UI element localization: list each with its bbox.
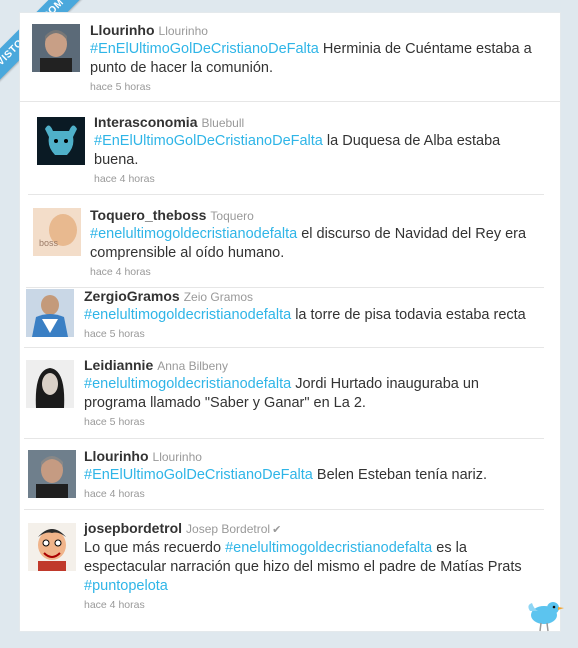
timestamp[interactable]: hace 5 horas: [84, 416, 544, 428]
svg-text:boss: boss: [39, 238, 59, 248]
tweet-body-pre: Lo que más recuerdo: [84, 540, 226, 556]
username[interactable]: Interasconomia: [94, 114, 197, 130]
timestamp[interactable]: hace 5 horas: [90, 81, 550, 93]
hashtag-link[interactable]: #enelultimogoldecristianodefalta: [84, 376, 291, 392]
username[interactable]: Leidiannie: [84, 357, 153, 373]
username[interactable]: Toquero_theboss: [90, 207, 206, 223]
avatar[interactable]: [32, 24, 80, 72]
tweet-text: #enelultimogoldecristianodefalta Jordi H…: [84, 375, 544, 413]
tweet-body: Belen Esteban tenía nariz.: [312, 467, 487, 483]
avatar[interactable]: boss: [33, 208, 81, 256]
timestamp[interactable]: hace 4 horas: [94, 173, 534, 185]
checkmark-icon: ✔: [272, 524, 282, 536]
hashtag-link[interactable]: #enelultimogoldecristianodefalta: [84, 307, 291, 323]
avatar[interactable]: [37, 117, 85, 165]
username[interactable]: Llourinho: [90, 22, 155, 38]
avatar-face-icon: boss: [33, 208, 81, 256]
avatar[interactable]: [28, 450, 76, 498]
timestamp[interactable]: hace 4 horas: [84, 488, 544, 500]
hashtag-link[interactable]: #enelultimogoldecristianodefalta: [225, 540, 432, 556]
display-name: Zeio Gramos: [183, 290, 254, 304]
display-name: Llourinho: [158, 24, 208, 38]
avatar-man-portrait-icon: [28, 450, 76, 498]
avatar[interactable]: [26, 360, 74, 408]
display-name: Josep Bordetrol: [186, 522, 271, 536]
display-name: Llourinho: [152, 450, 202, 464]
tweet-text: #EnElUltimoGolDeCristianoDeFalta Belen E…: [84, 466, 544, 485]
tweet-item: Interasconomia Bluebull #EnElUltimoGolDeC…: [28, 103, 544, 195]
hashtag-link[interactable]: #puntopelota: [84, 578, 168, 594]
username[interactable]: josepbordetrol: [84, 520, 182, 536]
display-name: Toquero: [210, 209, 254, 223]
hashtag-link[interactable]: #enelultimogoldecristianodefalta: [90, 226, 297, 242]
timestamp[interactable]: hace 5 horas: [84, 328, 544, 340]
hashtag-link[interactable]: #EnElUltimoGolDeCristianoDeFalta: [84, 467, 313, 483]
tweet-item: boss Toquero_theboss Toquero #enelultimog…: [26, 196, 544, 288]
tweet-body: la torre de pisa todavia estaba recta: [291, 307, 526, 323]
avatar-caricature-icon: [28, 523, 76, 571]
avatar-bull-icon: [37, 117, 85, 165]
tweet-text: Lo que más recuerdo #enelultimogoldecris…: [84, 539, 529, 596]
tweet-text: #enelultimogoldecristianodefalta el disc…: [90, 225, 540, 263]
hashtag-link[interactable]: #EnElUltimoGolDeCristianoDeFalta: [90, 41, 319, 57]
tweet-item: Llourinho Llourinho #EnElUltimoGolDeCrist…: [20, 13, 560, 102]
username[interactable]: Llourinho: [84, 448, 149, 464]
tweet-item: Llourinho Llourinho #EnElUltimoGolDeCrist…: [24, 439, 544, 510]
avatar[interactable]: [26, 289, 74, 337]
twitter-bird-icon: [524, 599, 564, 638]
timestamp[interactable]: hace 4 horas: [90, 266, 540, 278]
tweet-item: Leidiannie Anna Bilbeny #enelultimogoldec…: [24, 348, 544, 439]
tweet-item: ZergioGramos Zeio Gramos #enelultimogolde…: [24, 287, 544, 348]
tweet-text: #EnElUltimoGolDeCristianoDeFalta la Duqu…: [94, 132, 534, 170]
tweet-text: #enelultimogoldecristianodefalta la torr…: [84, 306, 544, 325]
avatar[interactable]: [28, 523, 76, 571]
tweet-item: josepbordetrol Josep Bordetrol ✔ Lo que má…: [24, 511, 544, 621]
avatar-man-portrait-icon: [32, 24, 80, 72]
display-name: Bluebull: [201, 116, 245, 130]
display-name: Anna Bilbeny: [157, 359, 228, 373]
hashtag-link[interactable]: #EnElUltimoGolDeCristianoDeFalta: [94, 133, 323, 149]
tweet-text: #EnElUltimoGolDeCristianoDeFalta Hermini…: [90, 40, 550, 78]
timestamp[interactable]: hace 4 horas: [84, 599, 529, 611]
tweet-list: Llourinho Llourinho #EnElUltimoGolDeCrist…: [19, 12, 561, 632]
avatar-footballer-icon: [26, 289, 74, 337]
username[interactable]: ZergioGramos: [84, 288, 180, 304]
avatar-woman-portrait-icon: [26, 360, 74, 408]
